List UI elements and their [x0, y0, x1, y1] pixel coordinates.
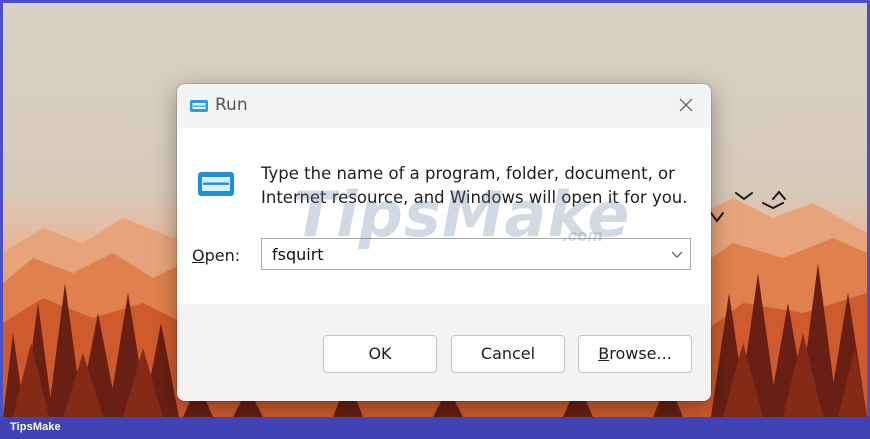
run-icon: [190, 100, 208, 112]
dialog-content: Type the name of a program, folder, docu…: [177, 128, 711, 304]
open-label-mnemonic: O: [192, 246, 205, 265]
brand-label: TipsMake: [10, 421, 61, 433]
run-icon: [198, 172, 234, 196]
open-combobox[interactable]: fsquirt: [261, 238, 691, 270]
dropdown-button[interactable]: [670, 247, 684, 261]
browse-mnemonic: B: [598, 344, 610, 363]
open-input[interactable]: fsquirt: [272, 245, 324, 264]
source-footer-bar: TipsMake: [0, 417, 870, 439]
close-icon: [679, 98, 693, 112]
cancel-button[interactable]: Cancel: [451, 335, 565, 373]
screenshot-frame: Run Type the name of a program, folder, …: [0, 0, 870, 439]
close-button[interactable]: [675, 94, 697, 116]
dialog-title-bar: Run: [177, 84, 711, 128]
open-label: Open:: [192, 246, 240, 265]
open-label-rest: pen:: [204, 246, 241, 265]
ok-button[interactable]: OK: [323, 335, 437, 373]
browse-label-rest: rowse...: [609, 344, 672, 363]
dialog-title: Run: [215, 95, 248, 115]
run-dialog: Run Type the name of a program, folder, …: [177, 84, 711, 401]
dialog-description: Type the name of a program, folder, docu…: [261, 164, 688, 207]
browse-button[interactable]: Browse...: [578, 335, 692, 373]
chevron-down-icon: [671, 251, 683, 258]
dialog-button-bar: OK Cancel Browse...: [177, 304, 711, 401]
